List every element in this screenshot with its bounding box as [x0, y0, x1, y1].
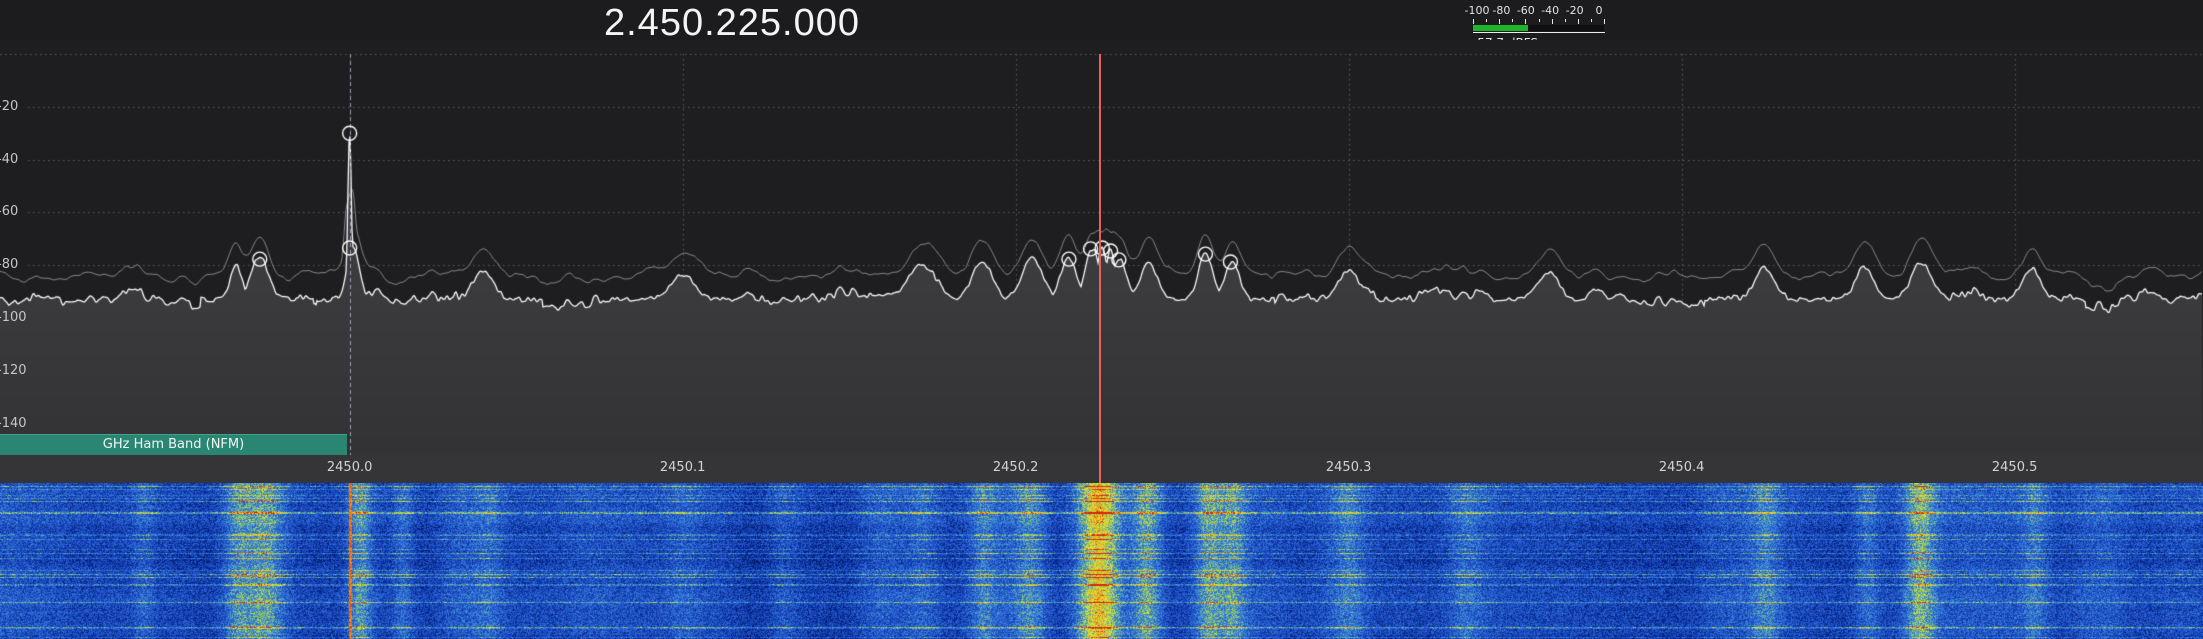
db-axis-label: -140: [0, 416, 27, 432]
frequency-tick-label: 2450.3: [1326, 460, 1372, 475]
meter-tick: [1591, 19, 1592, 22]
tuning-cursor-line[interactable]: [1099, 54, 1101, 483]
fft-plot-canvas[interactable]: [0, 40, 2203, 455]
meter-scale-label: 0: [1579, 4, 1619, 17]
meter-tick: [1512, 19, 1513, 22]
meter-tick: [1525, 19, 1526, 24]
sdr-window: 2.450.225.000 -57.7 dBFS -100-80-60-40-2…: [0, 0, 2203, 639]
waterfall-canvas[interactable]: [0, 483, 2203, 639]
meter-tick: [1578, 19, 1579, 24]
db-axis-label: -40: [0, 152, 18, 168]
meter-baseline: [1473, 32, 1605, 33]
frequency-display[interactable]: 2.450.225.000: [604, 2, 860, 45]
meter-tick: [1552, 19, 1553, 24]
frequency-axis[interactable]: 2450.0 2450.1 2450.2 2450.3 2450.4 2450.5: [0, 455, 2203, 483]
db-axis-label: -120: [0, 363, 27, 379]
meter-bar-fill: [1473, 25, 1528, 31]
frequency-tick-label: 2450.0: [327, 460, 373, 475]
frequency-tick-label: 2450.4: [1659, 460, 1705, 475]
meter-tick: [1539, 19, 1540, 22]
db-axis-label: -60: [0, 204, 18, 220]
meter-tick: [1486, 19, 1487, 22]
frequency-tick-label: 2450.5: [1992, 460, 2038, 475]
frequency-tick-label: 2450.1: [660, 460, 706, 475]
meter-bar-track: [1473, 25, 1604, 31]
db-axis-label: -80: [0, 257, 18, 273]
meter-tick: [1604, 19, 1605, 24]
db-axis-label: -100: [0, 310, 27, 326]
meter-tick: [1499, 19, 1500, 24]
meter-tick: [1473, 19, 1474, 24]
frequency-tick-label: 2450.2: [993, 460, 1039, 475]
db-axis-label: -20: [0, 99, 18, 115]
band-plan-label: GHz Ham Band (NFM): [0, 434, 347, 455]
meter-tick: [1565, 19, 1566, 22]
